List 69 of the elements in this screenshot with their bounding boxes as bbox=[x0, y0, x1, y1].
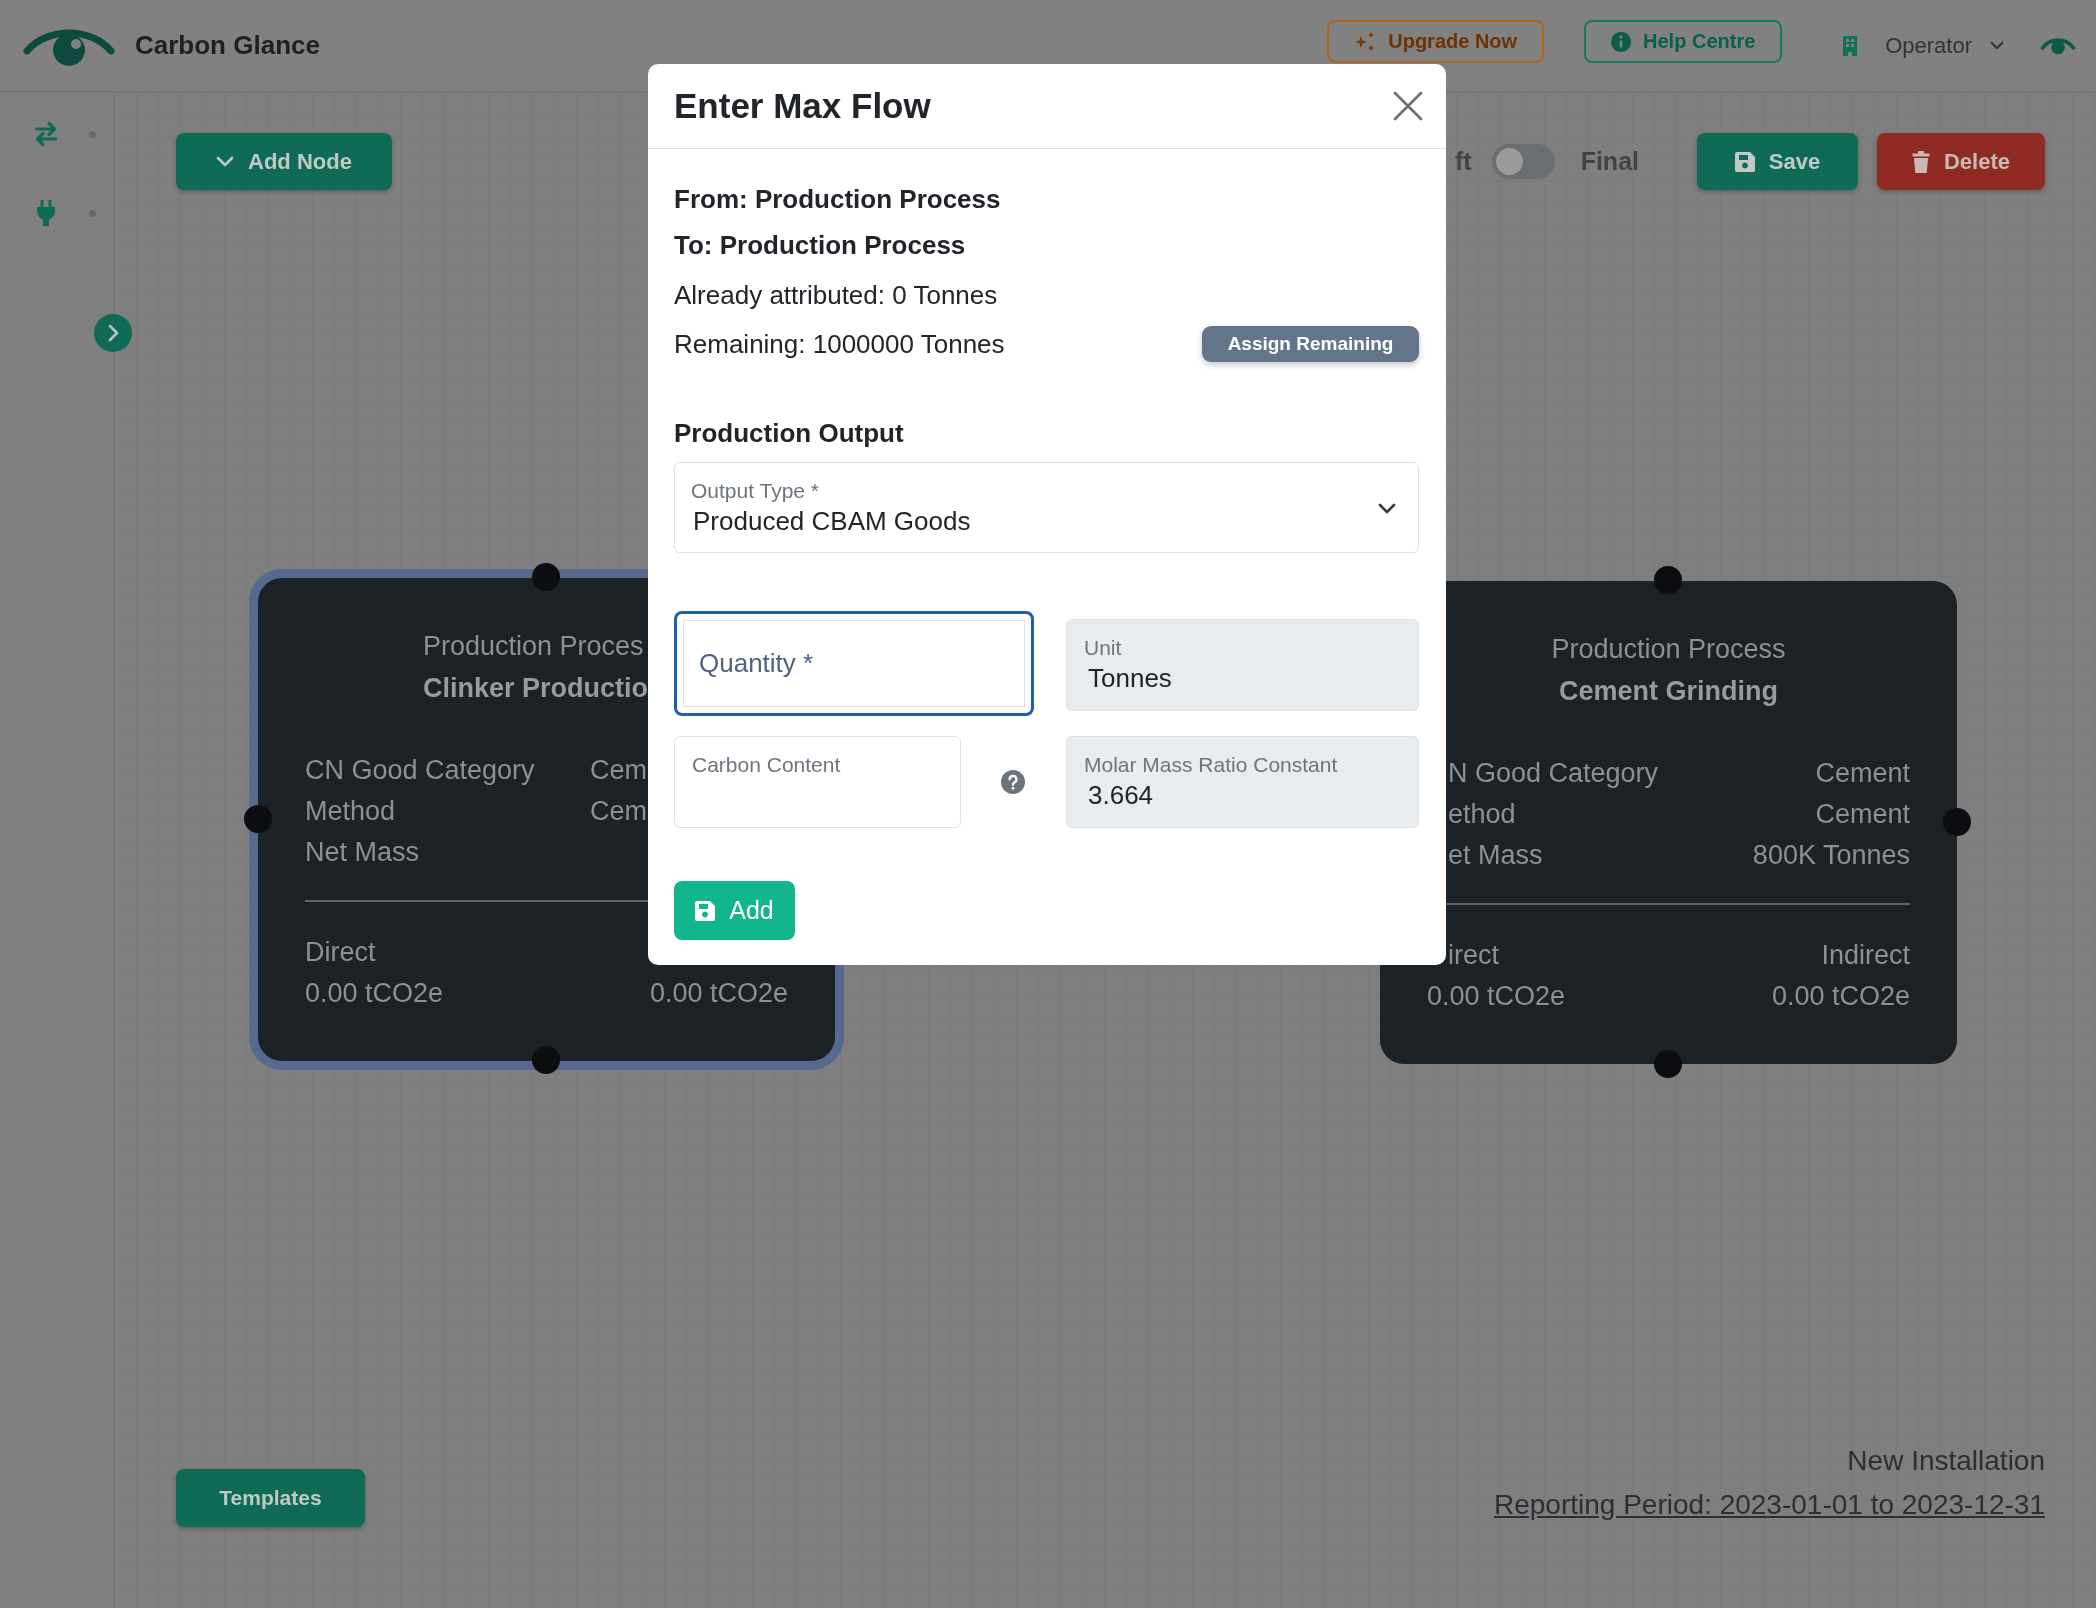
add-node-button[interactable]: Add Node bbox=[176, 133, 392, 190]
toggle-label: Final bbox=[1580, 147, 1639, 176]
connection-handle[interactable] bbox=[532, 563, 560, 591]
building-icon bbox=[1842, 35, 1859, 56]
property-value: Cement bbox=[1815, 798, 1910, 831]
connection-handle[interactable] bbox=[1654, 1050, 1682, 1078]
save-icon bbox=[1734, 151, 1755, 172]
role-menu[interactable]: Operator bbox=[1885, 32, 2004, 59]
reporting-period-link[interactable]: Reporting Period: 2023-01-01 to 2023-12-31 bbox=[1493, 1483, 2045, 1527]
upgrade-button[interactable]: Upgrade Now bbox=[1327, 20, 1545, 63]
attributed-amount: Already attributed: 0 Tonnes bbox=[674, 279, 998, 312]
chevron-down-icon bbox=[1990, 41, 2004, 50]
field-label: Molar Mass Ratio Constant bbox=[1084, 753, 1338, 777]
templates-button[interactable]: Templates bbox=[176, 1469, 365, 1527]
connection-handle[interactable] bbox=[244, 805, 272, 833]
emission-value: 0.00 tCO2e bbox=[1771, 980, 1910, 1013]
property-label: Method bbox=[305, 795, 397, 828]
toggle-label: ft bbox=[1455, 147, 1472, 176]
output-type-select[interactable]: Output Type * Produced CBAM Goods bbox=[674, 462, 1419, 553]
section-title: Production Output bbox=[674, 417, 904, 450]
help-button[interactable]: Help Centre bbox=[1584, 20, 1783, 63]
installation-name: New Installation bbox=[1847, 1444, 2045, 1478]
property-value: Cem bbox=[590, 795, 647, 828]
emission-value: 0.00 tCO2e bbox=[1427, 980, 1566, 1013]
property-value: Cement bbox=[1815, 757, 1910, 790]
toggle-switch[interactable] bbox=[1491, 144, 1555, 179]
node-name: Clinker Productio bbox=[423, 672, 649, 705]
assign-remaining-button[interactable]: Assign Remaining bbox=[1202, 326, 1419, 362]
node-type: Production Process bbox=[1551, 633, 1786, 666]
save-icon bbox=[695, 900, 716, 921]
node-name: Cement Grinding bbox=[1559, 675, 1778, 708]
property-value: 800K Tonnes bbox=[1752, 839, 1910, 872]
property-label: et Mass bbox=[1448, 839, 1543, 872]
chevron-down-icon bbox=[216, 156, 235, 167]
delete-button[interactable]: Delete bbox=[1877, 133, 2045, 190]
property-value: Cem bbox=[590, 754, 647, 787]
emission-label: irect bbox=[1448, 939, 1499, 972]
field-label: Carbon Content bbox=[692, 753, 841, 777]
selected-value: Produced CBAM Goods bbox=[692, 505, 971, 537]
flow-source: From: Production Process bbox=[674, 183, 1001, 216]
close-icon[interactable] bbox=[1393, 91, 1423, 121]
node-type: Production Proces bbox=[423, 630, 644, 663]
emission-label: Direct bbox=[305, 936, 376, 969]
property-label: N Good Category bbox=[1448, 757, 1659, 790]
emission-value: 0.00 tCO2e bbox=[305, 977, 444, 1010]
property-label: CN Good Category bbox=[305, 754, 536, 787]
trash-icon bbox=[1911, 150, 1930, 173]
field-label: Unit bbox=[1084, 636, 1122, 660]
remaining-amount: Remaining: 1000000 Tonnes bbox=[674, 328, 1005, 361]
connection-handle[interactable] bbox=[1654, 566, 1682, 594]
emission-value: 0.00 tCO2e bbox=[649, 977, 788, 1010]
field-label: Output Type * bbox=[691, 479, 820, 503]
info-icon bbox=[1611, 31, 1632, 52]
expand-button[interactable] bbox=[94, 314, 132, 352]
add-button[interactable]: Add bbox=[674, 881, 795, 940]
process-node[interactable]: Production Process Cement Grinding N Good Category Cement ethod Cement et Mass 800K Tonnes irect 0.00 tCO2e Indirect 0.00 tCO2e bbox=[1380, 581, 1957, 1064]
flow-target: To: Production Process bbox=[674, 229, 966, 262]
emission-label: Indirect bbox=[1821, 939, 1910, 972]
input-field[interactable]: Quantity * bbox=[674, 611, 1034, 716]
property-label: ethod bbox=[1448, 798, 1516, 831]
modal-title: Enter Max Flow bbox=[674, 86, 931, 126]
help-icon[interactable] bbox=[1001, 770, 1025, 794]
chevron-right-icon bbox=[107, 324, 119, 342]
property-label: Net Mass bbox=[305, 836, 421, 869]
chevron-down-icon bbox=[1378, 503, 1396, 514]
connection-handle[interactable] bbox=[1943, 808, 1971, 836]
save-button[interactable]: Save bbox=[1697, 133, 1858, 190]
app-name: Carbon Glance bbox=[135, 30, 320, 61]
connection-handle[interactable] bbox=[532, 1046, 560, 1074]
